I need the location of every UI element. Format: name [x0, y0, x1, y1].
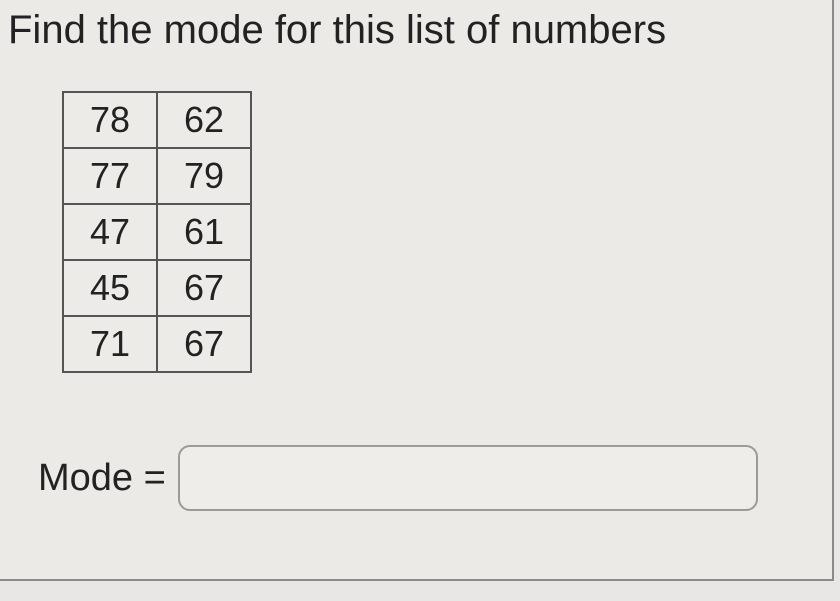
table-cell: 79: [157, 148, 251, 204]
question-card: Find the mode for this list of numbers 7…: [0, 0, 834, 581]
numbers-table-wrap: 78 62 77 79 47 61 45 67 71 67: [62, 91, 832, 373]
table-cell: 67: [157, 260, 251, 316]
table-cell: 47: [63, 204, 157, 260]
table-cell: 61: [157, 204, 251, 260]
numbers-table: 78 62 77 79 47 61 45 67 71 67: [62, 91, 252, 373]
table-cell: 62: [157, 92, 251, 148]
table-row: 45 67: [63, 260, 251, 316]
answer-row: Mode =: [38, 445, 832, 511]
table-cell: 45: [63, 260, 157, 316]
question-prompt: Find the mode for this list of numbers: [0, 0, 832, 53]
table-row: 71 67: [63, 316, 251, 372]
mode-input[interactable]: [178, 445, 758, 511]
answer-label: Mode =: [38, 457, 166, 500]
table-row: 77 79: [63, 148, 251, 204]
table-cell: 71: [63, 316, 157, 372]
table-cell: 77: [63, 148, 157, 204]
table-row: 78 62: [63, 92, 251, 148]
table-row: 47 61: [63, 204, 251, 260]
table-cell: 78: [63, 92, 157, 148]
table-cell: 67: [157, 316, 251, 372]
